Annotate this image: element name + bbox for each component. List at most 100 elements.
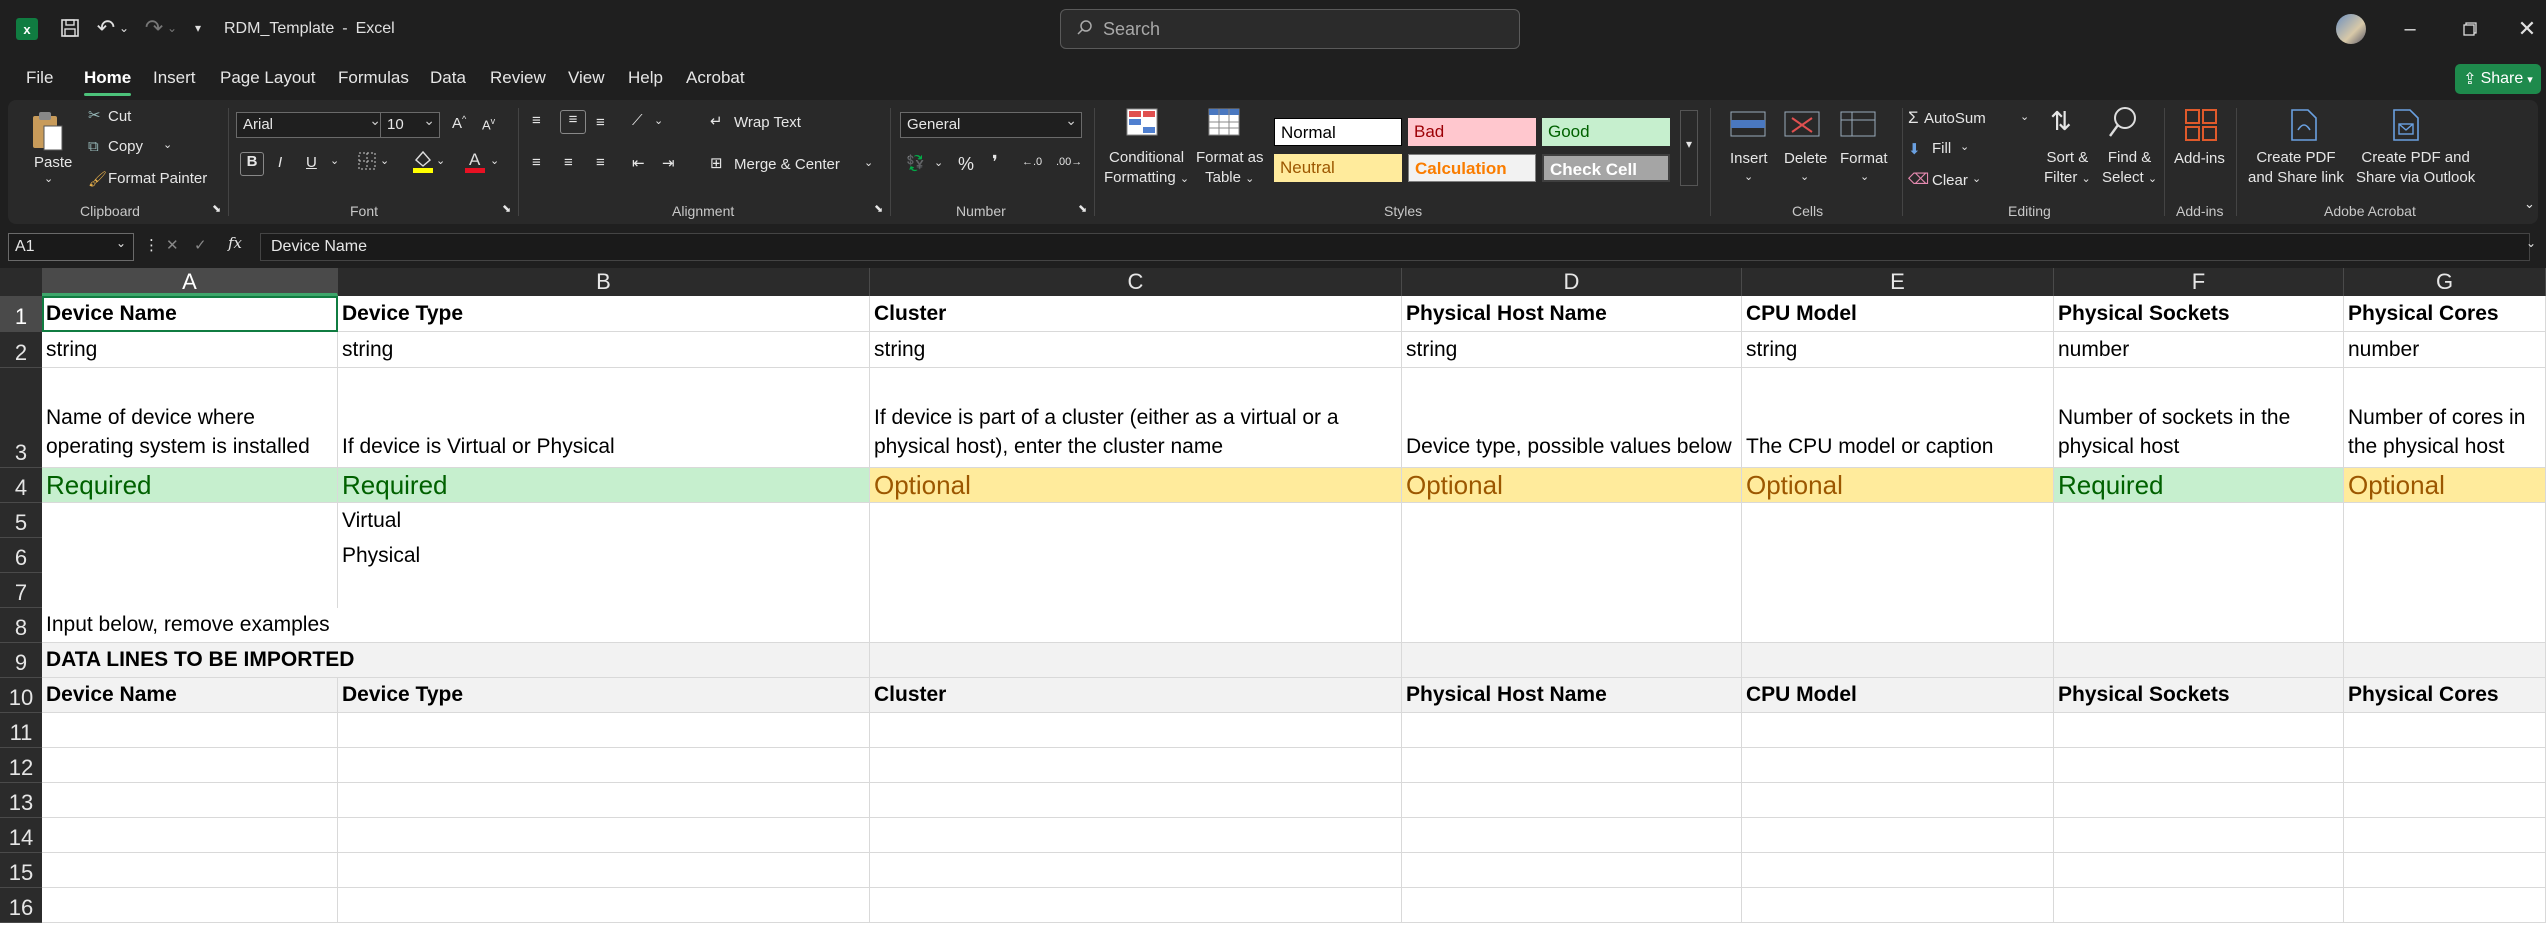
row-header-14[interactable]: 14 <box>0 818 42 853</box>
cell-c3[interactable]: If device is part of a cluster (either a… <box>870 368 1402 468</box>
cell-e1[interactable]: CPU Model <box>1742 296 2054 332</box>
align-middle-icon[interactable]: ≡ <box>560 110 586 134</box>
align-top-icon[interactable]: ≡ <box>532 112 541 129</box>
cell-b12[interactable] <box>338 748 870 783</box>
cell-c15[interactable] <box>870 853 1402 888</box>
cell-e9[interactable] <box>1742 643 2054 678</box>
fill-color-dropdown-icon[interactable]: ⌄ <box>436 154 445 167</box>
cell-e15[interactable] <box>1742 853 2054 888</box>
style-bad[interactable]: Bad <box>1408 118 1536 146</box>
style-good[interactable]: Good <box>1542 118 1670 146</box>
cell-a11[interactable] <box>42 713 338 748</box>
row-header-8[interactable]: 8 <box>0 608 42 643</box>
fill-color-icon[interactable] <box>412 148 434 178</box>
fill-dropdown-icon[interactable]: ⌄ <box>1960 140 1969 153</box>
cancel-entry-icon[interactable]: ✕ <box>166 236 179 254</box>
cell-a8[interactable]: Input below, remove examples <box>42 608 338 643</box>
name-box-dropdown-icon[interactable]: ⌄ <box>116 236 126 250</box>
cell-b1[interactable]: Device Type <box>338 296 870 332</box>
cell-e11[interactable] <box>1742 713 2054 748</box>
row-header-3[interactable]: 3 <box>0 368 42 468</box>
alignment-launcher-icon[interactable]: ⬊ <box>874 202 883 215</box>
wrap-text-button[interactable]: Wrap Text <box>734 114 801 131</box>
row-header-9[interactable]: 9 <box>0 643 42 678</box>
cell-a16[interactable] <box>42 888 338 923</box>
column-header-e[interactable]: E <box>1742 268 2054 296</box>
cell-g9[interactable] <box>2344 643 2546 678</box>
cell-g15[interactable] <box>2344 853 2546 888</box>
cell-f14[interactable] <box>2054 818 2344 853</box>
cell-d4[interactable]: Optional <box>1402 468 1742 503</box>
cell-a3[interactable]: Name of device where operating system is… <box>42 368 338 468</box>
cell-c7[interactable] <box>870 573 1402 608</box>
autosum-button[interactable]: AutoSum <box>1924 110 1986 127</box>
cell-g3[interactable]: Number of cores in the physical host <box>2344 368 2546 468</box>
cell-g12[interactable] <box>2344 748 2546 783</box>
create-pdf-share-button[interactable]: Create PDF and Share link <box>2248 148 2344 188</box>
tab-review[interactable]: Review <box>490 68 546 88</box>
cell-e16[interactable] <box>1742 888 2054 923</box>
format-cells-button[interactable]: Format <box>1840 150 1888 167</box>
cell-c9[interactable] <box>870 643 1402 678</box>
cell-a10[interactable]: Device Name <box>42 678 338 713</box>
insert-cells-button[interactable]: Insert <box>1730 150 1768 167</box>
select-all-corner[interactable] <box>0 268 42 296</box>
cell-f1[interactable]: Physical Sockets <box>2054 296 2344 332</box>
paste-dropdown-icon[interactable]: ⌄ <box>44 172 53 185</box>
sort-filter-button[interactable]: Sort & Filter ⌄ <box>2044 148 2091 189</box>
cell-f5[interactable] <box>2054 503 2344 538</box>
cell-f3[interactable]: Number of sockets in the physical host <box>2054 368 2344 468</box>
cell-d3[interactable]: Device type, possible values below <box>1402 368 1742 468</box>
font-launcher-icon[interactable]: ⬊ <box>502 202 511 215</box>
row-header-7[interactable]: 7 <box>0 573 42 608</box>
cell-b14[interactable] <box>338 818 870 853</box>
cell-c13[interactable] <box>870 783 1402 818</box>
underline-dropdown-icon[interactable]: ⌄ <box>330 154 339 167</box>
cell-d7[interactable] <box>1402 573 1742 608</box>
cell-d13[interactable] <box>1402 783 1742 818</box>
cell-a6[interactable] <box>42 538 338 573</box>
comma-style-icon[interactable]: ❜ <box>992 152 998 173</box>
row-header-5[interactable]: 5 <box>0 503 42 538</box>
tab-data[interactable]: Data <box>430 68 466 88</box>
bold-button[interactable]: B <box>240 152 264 176</box>
row-header-4[interactable]: 4 <box>0 468 42 503</box>
clipboard-launcher-icon[interactable]: ⬊ <box>212 202 221 215</box>
row-header-2[interactable]: 2 <box>0 332 42 368</box>
cell-f2[interactable]: number <box>2054 332 2344 368</box>
redo-icon[interactable]: ↷ <box>140 14 168 42</box>
font-color-icon[interactable]: A <box>464 148 486 178</box>
style-calculation[interactable]: Calculation <box>1408 154 1536 182</box>
copy-button[interactable]: Copy <box>108 138 143 155</box>
align-bottom-icon[interactable]: ≡ <box>596 114 605 131</box>
cell-g2[interactable]: number <box>2344 332 2546 368</box>
underline-button[interactable]: U <box>306 154 317 171</box>
cell-f15[interactable] <box>2054 853 2344 888</box>
cell-a13[interactable] <box>42 783 338 818</box>
autosum-dropdown-icon[interactable]: ⌄ <box>2020 110 2029 123</box>
cell-c4[interactable]: Optional <box>870 468 1402 503</box>
cell-d15[interactable] <box>1402 853 1742 888</box>
worksheet-grid[interactable]: ABCDEFG 1 2 3 4 5 6 7 8 9 10 11 12 13 14 15 16 Device N… <box>0 268 2546 925</box>
styles-more-icon[interactable]: ▾ <box>1680 110 1698 186</box>
cell-c16[interactable] <box>870 888 1402 923</box>
tab-insert[interactable]: Insert <box>153 68 196 88</box>
align-left-icon[interactable]: ≡ <box>532 154 541 171</box>
cell-b15[interactable] <box>338 853 870 888</box>
add-ins-button[interactable]: Add-ins <box>2174 150 2225 167</box>
tab-home[interactable]: Home <box>84 68 132 96</box>
tab-view[interactable]: View <box>568 68 605 88</box>
cell-e13[interactable] <box>1742 783 2054 818</box>
column-header-f[interactable]: F <box>2054 268 2344 296</box>
clear-dropdown-icon[interactable]: ⌄ <box>1972 172 1981 185</box>
orientation-dropdown-icon[interactable]: ⌄ <box>654 114 663 127</box>
cell-a14[interactable] <box>42 818 338 853</box>
increase-font-icon[interactable]: A^ <box>452 114 466 132</box>
copy-dropdown-icon[interactable]: ⌄ <box>163 138 172 151</box>
cell-f10[interactable]: Physical Sockets <box>2054 678 2344 713</box>
format-painter-button[interactable]: Format Painter <box>108 170 207 187</box>
cell-d8[interactable] <box>1402 608 1742 643</box>
tab-formulas[interactable]: Formulas <box>338 68 409 88</box>
cell-g16[interactable] <box>2344 888 2546 923</box>
font-size-combo[interactable]: 10 <box>380 112 440 138</box>
